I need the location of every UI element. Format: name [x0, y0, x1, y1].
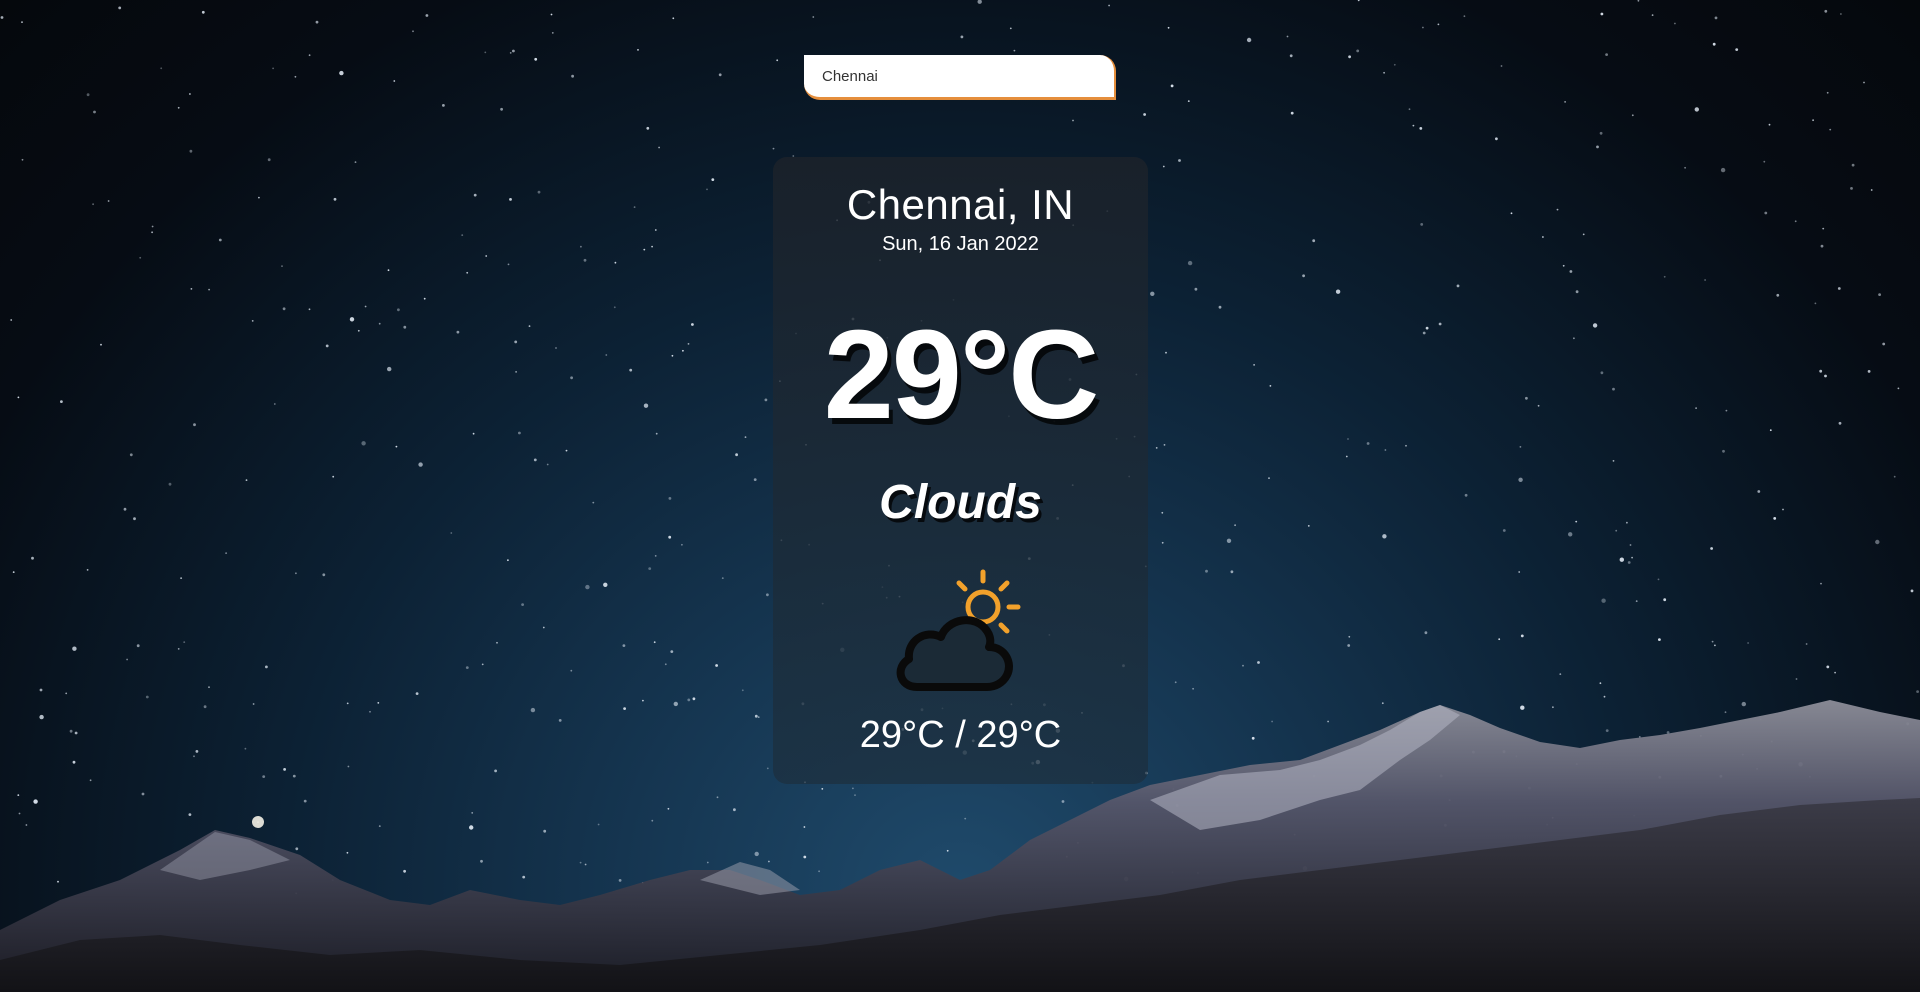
location-title: Chennai, IN [846, 181, 1075, 228]
date-label: Sun, 16 Jan 2022 [882, 233, 1039, 255]
weather-card: Chennai, IN Sun, 16 Jan 2022 29°C Clouds… [773, 157, 1148, 784]
weather-condition: Clouds [879, 476, 1042, 529]
current-temperature: 29°C [823, 304, 1100, 445]
weather-app: Chennai, IN Sun, 16 Jan 2022 29°C Clouds… [0, 0, 1920, 992]
high-low-temperature: 29°C / 29°C [859, 714, 1062, 756]
partly-cloudy-icon [896, 569, 1021, 691]
city-search-input[interactable] [804, 55, 1116, 100]
